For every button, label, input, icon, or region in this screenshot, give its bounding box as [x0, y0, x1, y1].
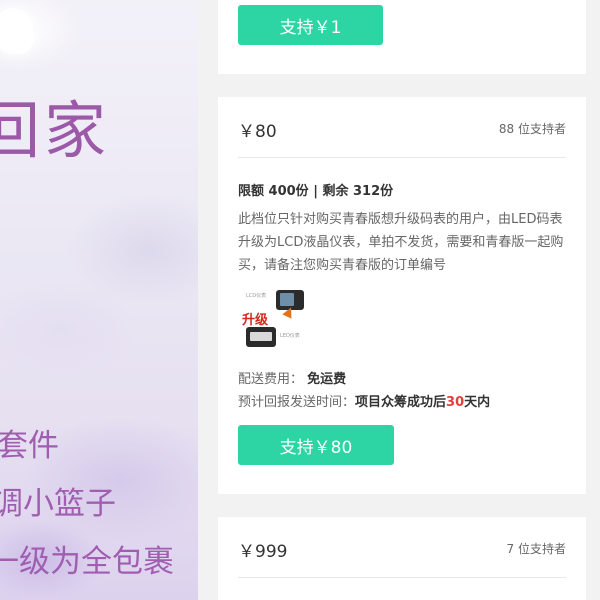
banner-title: 回家: [0, 94, 111, 167]
campaign-banner: 回家 套件 调小篮子 一级为全包裹: [0, 0, 198, 600]
backer-count: 7 位支持者: [506, 542, 566, 556]
image-label-top: LCD仪表: [246, 293, 267, 299]
support-80-button[interactable]: 支持￥80: [238, 425, 394, 465]
reward-card-999: ￥999 7 位支持者: [218, 517, 586, 600]
backer-count: 88 位支持者: [498, 122, 566, 136]
reward-card-80: ￥80 88 位支持者 限额 400份 | 剩余 312份 此档位只针对购买青春…: [218, 97, 586, 494]
shipping-value: 免运费: [307, 372, 347, 387]
shipping-label: 配送费用：: [238, 372, 304, 387]
reward-description: 此档位只针对购买青春版想升级码表的用户，由LED码表升级为LCD液晶仪表，单拍不…: [238, 212, 564, 273]
eta-label: 预计回报发送时间：: [238, 395, 356, 410]
banner-line-2: 调小篮子: [0, 486, 116, 522]
delivery-eta: 预计回报发送时间：项目众筹成功后30天内: [238, 391, 490, 410]
reward-price: ￥80: [238, 122, 277, 142]
banner-line-1: 套件: [0, 428, 59, 464]
led-meter-icon: [246, 327, 276, 347]
eta-days: 30: [446, 395, 465, 410]
eta-prefix: 项目众筹成功后: [355, 395, 447, 410]
reward-price: ￥999: [238, 542, 288, 562]
column-gap: [198, 0, 218, 600]
upgrade-label: 升级: [242, 313, 269, 328]
image-label-bottom: LED仪表: [280, 333, 300, 339]
shipping-info: 配送费用： 免运费: [238, 368, 346, 387]
petal-decoration: [0, 8, 34, 54]
eta-suffix: 天内: [464, 395, 491, 410]
banner-line-3: 一级为全包裹: [0, 544, 174, 580]
reward-image[interactable]: LCD仪表 升级 LED仪表: [240, 288, 306, 350]
reward-card-1: 支持￥1: [218, 0, 586, 74]
card-divider: [238, 157, 566, 158]
reward-limit: 限额 400份 | 剩余 312份: [238, 184, 394, 199]
card-divider: [238, 577, 566, 578]
support-1-button[interactable]: 支持￥1: [238, 5, 383, 45]
